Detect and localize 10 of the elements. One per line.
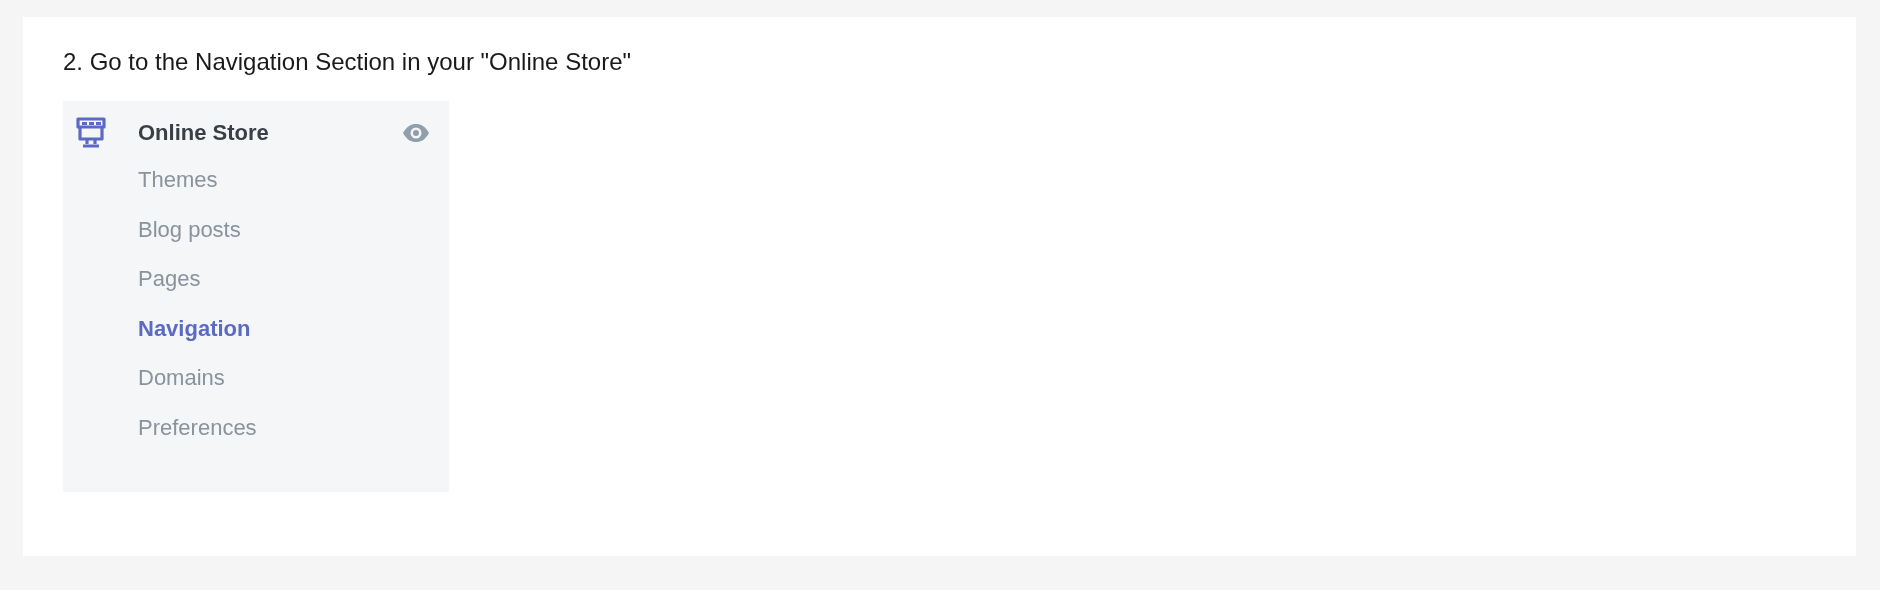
sidebar-item[interactable]: Themes — [138, 167, 218, 193]
store-icon — [73, 115, 109, 151]
sidebar-item[interactable]: Domains — [138, 365, 225, 391]
sidebar-item[interactable]: Navigation — [138, 315, 251, 342]
instruction-text: 2. Go to the Navigation Section in your "Online Store" — [63, 47, 633, 77]
eye-icon[interactable] — [402, 123, 430, 143]
sidebar-item[interactable]: Pages — [138, 266, 201, 292]
online-store-link[interactable]: Online Store — [138, 120, 269, 146]
sidebar-item[interactable]: Preferences — [138, 414, 257, 441]
sidebar-item[interactable]: Blog posts — [138, 216, 241, 243]
